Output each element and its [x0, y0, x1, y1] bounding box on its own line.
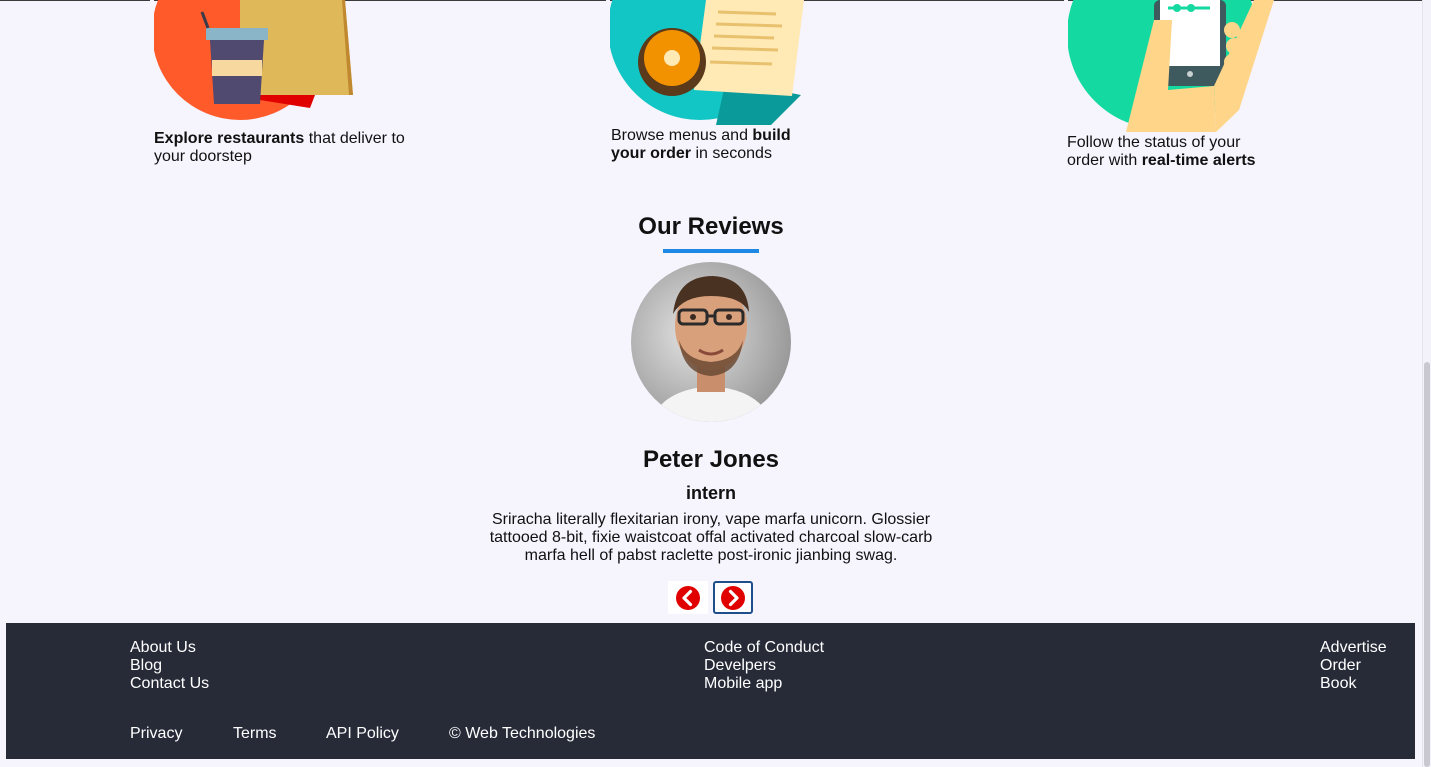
reviews-title-underline: [663, 249, 759, 253]
feature-caption: Browse menus and build your order in sec…: [611, 127, 791, 162]
footer-link-about-us[interactable]: About Us: [130, 639, 209, 657]
footer-link-order[interactable]: Order: [1320, 657, 1387, 675]
footer-link-privacy[interactable]: Privacy: [130, 725, 182, 743]
footer-column-company: About Us Blog Contact Us: [130, 639, 209, 693]
footer-link-advertise[interactable]: Advertise: [1320, 639, 1387, 657]
footer-column-developers: Code of Conduct Develpers Mobile app: [704, 639, 824, 693]
reviewer-photo: [631, 262, 791, 422]
chevron-left-icon: [676, 585, 700, 610]
footer-link-code-of-conduct[interactable]: Code of Conduct: [704, 639, 824, 657]
avatar: [631, 262, 791, 422]
footer-link-contact-us[interactable]: Contact Us: [130, 675, 209, 693]
footer-link-developers[interactable]: Develpers: [704, 657, 824, 675]
review-text: Sriracha literally flexitarian irony, va…: [489, 511, 933, 564]
reviews-title: Our Reviews: [638, 213, 784, 240]
feature-caption: Explore restaurants that deliver to your…: [154, 130, 405, 165]
scrollbar-thumb[interactable]: [1424, 362, 1430, 767]
phone-hand-icon: [1064, 0, 1274, 132]
footer-link-mobile-app[interactable]: Mobile app: [704, 675, 824, 693]
reviewer-role: intern: [685, 483, 736, 503]
next-review-button[interactable]: [713, 581, 753, 614]
previous-review-button[interactable]: [668, 581, 708, 614]
footer-link-terms[interactable]: Terms: [233, 725, 277, 743]
scrollbar[interactable]: [1422, 0, 1431, 767]
restaurant-bag-cup-icon: [150, 0, 353, 130]
footer-link-api-policy[interactable]: API Policy: [326, 725, 399, 743]
menu-donut-icon: [606, 0, 804, 125]
footer-column-business: Advertise Order Book: [1320, 639, 1387, 693]
feature-caption: Follow the status of your order with rea…: [1067, 134, 1256, 169]
reviewer-name: Peter Jones: [642, 446, 780, 473]
copyright-text: © Web Technologies: [449, 725, 596, 742]
footer-link-book[interactable]: Book: [1320, 675, 1387, 693]
footer-link-blog[interactable]: Blog: [130, 657, 209, 675]
footer: About Us Blog Contact Us Code of Conduct…: [6, 623, 1415, 759]
chevron-right-icon: [721, 585, 745, 610]
